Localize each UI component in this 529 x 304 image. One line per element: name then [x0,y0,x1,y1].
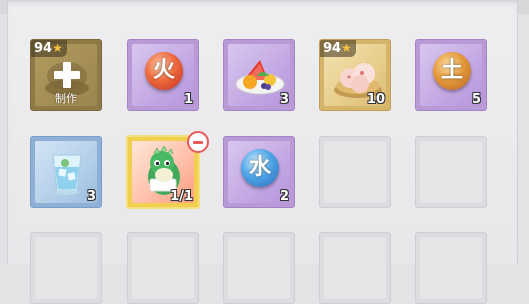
level-badge: 94★ [31,40,67,57]
empty-slot[interactable] [319,232,391,304]
water-orb-slot[interactable]: 水 2 [223,136,295,208]
item-count: 5 [471,92,481,107]
star-icon: ★ [341,41,352,55]
item-count: 2 [279,189,289,204]
empty-slot[interactable] [415,232,487,304]
steamed-buns-slot[interactable]: 94★ 10 [319,39,391,111]
empty-slot[interactable] [127,232,199,304]
empty-slot[interactable] [223,232,295,304]
earth-orb-icon: 土 [433,52,471,90]
empty-slot[interactable] [319,136,391,208]
earth-orb-slot[interactable]: 土 5 [415,39,487,111]
craft-label: 制作 [55,92,77,105]
item-count: 10 [366,92,385,107]
fruit-plate-slot[interactable]: 3 [223,39,295,111]
water-orb-icon: 水 [241,149,279,187]
item-count: 3 [279,92,289,107]
remove-button[interactable] [187,131,209,153]
empty-slot[interactable] [415,136,487,208]
level-badge: 94★ [320,40,356,57]
fire-orb-slot[interactable]: 火 1 [127,39,199,111]
fire-orb-icon: 火 [145,52,183,90]
item-count: 1 [183,92,193,107]
ice-drink-slot[interactable]: 3 [30,136,102,208]
item-count: 1/1 [170,189,193,204]
empty-slot[interactable] [30,232,102,304]
star-icon: ★ [52,41,63,55]
craft-slot[interactable]: 94★ 制作 [30,39,102,111]
item-count: 3 [86,189,96,204]
